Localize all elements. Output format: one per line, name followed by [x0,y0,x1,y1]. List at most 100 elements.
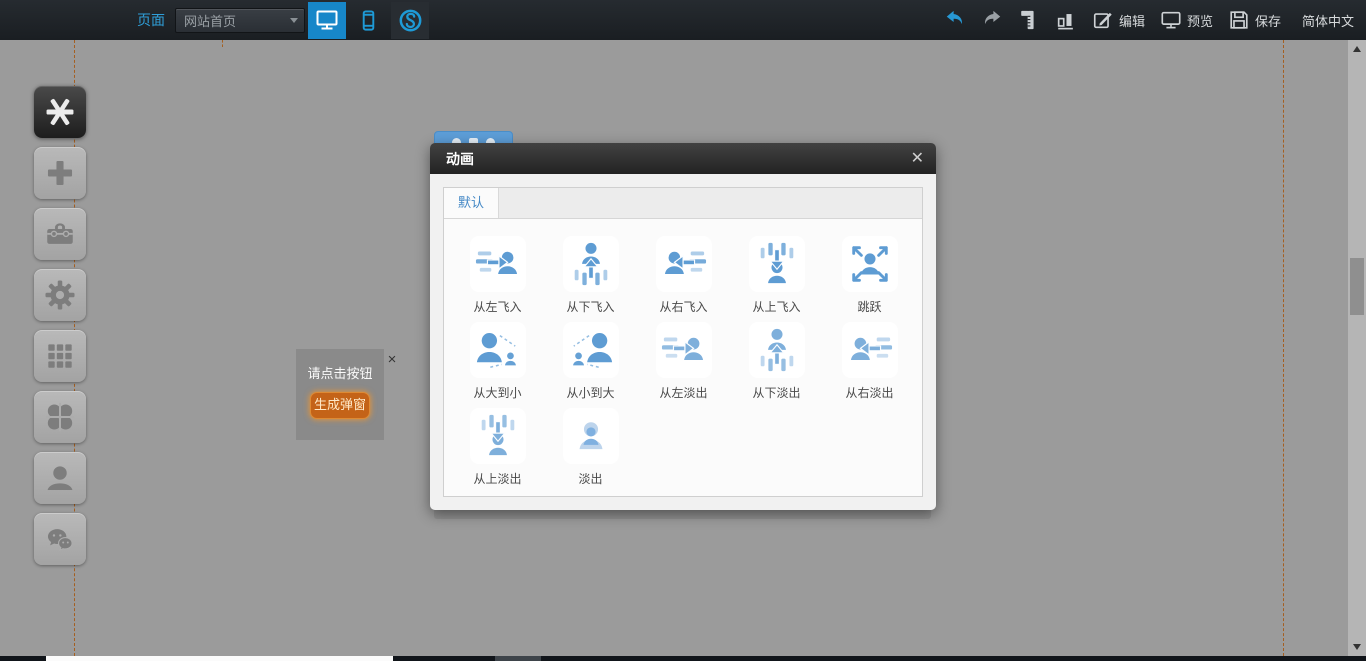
fade-out-right-icon [842,322,898,378]
sidebar-button-design-tools[interactable] [34,86,86,138]
desktop-icon [315,8,339,32]
floppy-save-icon [1228,9,1250,31]
edit-button-label: 编辑 [1119,11,1145,30]
save-button[interactable]: 保存 [1228,9,1281,31]
toolbox-icon [43,217,77,251]
gear-icon [43,278,77,312]
fade-out-left-icon [656,322,712,378]
fade-out-icon [563,408,619,464]
pencil-edit-icon [1092,9,1114,31]
monitor-preview-icon [1160,9,1182,31]
animation-modal: 动画 ✕ 默认 从左飞入 从下飞入 从右飞入从上飞入跳跃从大到小 从小到大 从左淡出 从下… [430,143,936,510]
animation-label: 从左淡出 [659,384,707,400]
animation-option-3[interactable]: 从右飞入 [637,236,730,314]
animation-option-1[interactable]: 从左飞入 [451,236,544,314]
link-circle-icon [398,8,423,33]
undo-button[interactable] [944,9,966,31]
undo-icon [944,9,966,31]
fly-in-top-icon [749,236,805,292]
big-to-small-icon [470,322,526,378]
modal-body: 默认 从左飞入 从下飞入 从右飞入从上飞入跳跃从大到小 从小到大 从左淡出 从下淡出 从右淡… [430,174,936,510]
sidebar-button-person[interactable] [34,452,86,504]
desktop-view-button[interactable] [308,2,346,39]
preview-button-label: 预览 [1187,11,1213,30]
stats-button[interactable] [1055,9,1077,31]
animation-label: 从小到大 [566,384,614,400]
page-select[interactable]: 网站首页 [175,8,305,33]
animation-label: 从右淡出 [845,384,893,400]
sidebar-button-gear[interactable] [34,269,86,321]
modal-panel: 默认 从左飞入 从下飞入 从右飞入从上飞入跳跃从大到小 从小到大 从左淡出 从下淡出 从右淡… [443,187,923,497]
animation-label: 淡出 [578,470,602,486]
tab-default[interactable]: 默认 [444,188,499,218]
small-to-big-icon [563,322,619,378]
clover-icon [43,400,77,434]
sidebar-button-wechat[interactable] [34,513,86,565]
preview-button[interactable]: 预览 [1160,9,1213,31]
animation-option-7[interactable]: 从小到大 [544,322,637,400]
scroll-down-arrow-icon[interactable] [1353,644,1361,650]
generate-popup-button[interactable]: 生成弹窗 [310,392,370,419]
bottom-bar [0,656,1366,661]
fly-in-bottom-icon [563,236,619,292]
layout-guide-right [1283,40,1284,656]
sidebar-button-toolbox[interactable] [34,208,86,260]
bar-chart-icon [1055,9,1077,31]
animation-option-12[interactable]: 淡出 [544,408,637,486]
modal-header[interactable]: 动画 ✕ [430,143,936,174]
person-icon [43,461,77,495]
jump-icon [842,236,898,292]
fade-out-bottom-icon [749,322,805,378]
animation-label: 跳跃 [857,298,881,314]
plus-icon [43,156,77,190]
editor-app: 页面 网站首页 编辑 预览 保存 [0,0,1366,661]
popup-trigger-widget[interactable]: 请点击按钮 生成弹窗 [296,349,384,440]
language-label[interactable]: 简体中文 [1302,11,1354,30]
animation-label: 从下飞入 [566,298,614,314]
animation-option-6[interactable]: 从大到小 [451,322,544,400]
redo-button[interactable] [981,9,1003,31]
animation-option-9[interactable]: 从下淡出 [730,322,823,400]
sidebar-button-plus[interactable] [34,147,86,199]
edit-button[interactable]: 编辑 [1092,9,1145,31]
layout-guide-tick [222,40,223,47]
link-button[interactable] [391,2,429,39]
mobile-icon [357,9,380,32]
bottom-bar-track [46,656,393,661]
redo-icon [981,9,1003,31]
animation-option-10[interactable]: 从右淡出 [823,322,916,400]
animation-option-2[interactable]: 从下飞入 [544,236,637,314]
animation-label: 从大到小 [473,384,521,400]
ruler-icon [1018,9,1040,31]
popup-box-edge [434,510,931,519]
fly-in-left-icon [470,236,526,292]
left-sidebar [34,86,86,565]
mobile-view-button[interactable] [349,2,387,39]
top-toolbar: 页面 网站首页 编辑 预览 保存 [0,0,1366,40]
grid-icon [43,339,77,373]
scroll-up-arrow-icon[interactable] [1353,46,1361,52]
animation-label: 从左飞入 [473,298,521,314]
sidebar-button-grid[interactable] [34,330,86,382]
widget-hint-text: 请点击按钮 [296,363,384,382]
animation-option-11[interactable]: 从上淡出 [451,408,544,486]
animation-grid: 从左飞入 从下飞入 从右飞入从上飞入跳跃从大到小 从小到大 从左淡出 从下淡出 从右淡出从上… [444,219,922,486]
wechat-icon [43,522,77,556]
modal-tabstrip: 默认 [444,188,922,219]
page-select-value: 网站首页 [184,11,290,30]
animation-label: 从上淡出 [473,470,521,486]
animation-option-4[interactable]: 从上飞入 [730,236,823,314]
sidebar-button-clover[interactable] [34,391,86,443]
ruler-button[interactable] [1018,9,1040,31]
animation-option-8[interactable]: 从左淡出 [637,322,730,400]
design-tools-icon [43,95,77,129]
modal-close-icon[interactable]: ✕ [911,151,924,167]
chevron-down-icon [290,18,298,23]
horizontal-scrollbar-thumb[interactable] [495,656,541,661]
vertical-scrollbar[interactable] [1348,40,1366,656]
widget-close-icon[interactable]: × [385,353,399,367]
animation-label: 从下淡出 [752,384,800,400]
fly-in-right-icon [656,236,712,292]
animation-option-5[interactable]: 跳跃 [823,236,916,314]
vertical-scrollbar-thumb[interactable] [1350,258,1364,315]
